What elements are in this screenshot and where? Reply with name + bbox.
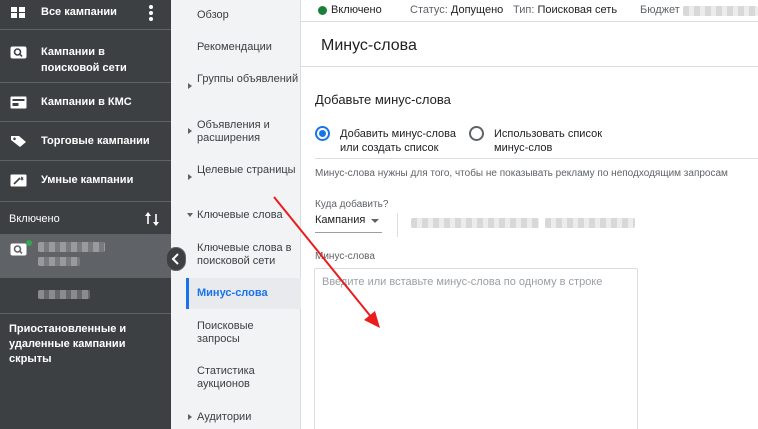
negative-keywords-label: Минус-слова [315, 251, 375, 262]
nav-item-recommendations[interactable]: Рекомендации [197, 41, 299, 54]
caret-right-icon [188, 414, 192, 420]
blurred-campaign-name [38, 242, 105, 252]
wand-icon [10, 174, 27, 187]
radio-add-keywords-label[interactable]: Добавить минус-слова или создать список [340, 127, 465, 155]
grid-icon [11, 7, 25, 18]
blurred-campaign-detail [38, 257, 80, 266]
status-label: Статус: [410, 4, 448, 16]
radio-use-list[interactable] [469, 126, 484, 141]
chevron-left-icon [171, 253, 179, 265]
sidebar-item-label: Все кампании [41, 6, 117, 18]
dropdown-arrow-icon[interactable] [371, 219, 379, 223]
sort-icon[interactable] [144, 210, 160, 228]
tag-icon [11, 136, 26, 147]
nav-item-audiences[interactable]: Аудитории [197, 411, 299, 424]
radio-add-keywords[interactable] [315, 126, 330, 141]
divider [0, 82, 171, 83]
page-title: Минус-слова [321, 37, 417, 54]
blurred-budget-value [683, 6, 758, 16]
nav-item-negative-keywords[interactable]: Минус-слова [186, 278, 301, 309]
status-dot [26, 240, 32, 246]
help-text: Минус-слова нужны для того, чтобы не пок… [315, 168, 728, 179]
radio-use-list-label[interactable]: Использовать список минус-слов [494, 127, 612, 155]
hidden-campaigns-note: Приостановленные и удаленные кампании ск… [9, 323, 127, 365]
target-label: Куда добавить? [315, 199, 389, 210]
budget-label: Бюджет [640, 4, 680, 16]
nav-item-ad-groups[interactable]: Группы объявлений [197, 73, 299, 86]
search-icon [10, 243, 27, 256]
sidebar-item-label: Умные кампании [41, 174, 134, 186]
status-field: Статус: Допущено [410, 4, 503, 16]
nav-item-ads-extensions[interactable]: Объявления и расширения [197, 119, 299, 145]
nav-item-label: Минус-слова [197, 287, 268, 299]
blurred-campaign-name[interactable] [38, 290, 90, 299]
page-nav: Обзор Рекомендации Группы объявлений Объ… [171, 0, 301, 429]
caret-right-icon [188, 83, 192, 89]
campaign-status-bar: Включено Статус: Допущено Тип: Поисковая… [301, 0, 758, 22]
divider [0, 313, 171, 314]
nav-item-keywords[interactable]: Ключевые слова [197, 209, 299, 222]
display-icon [10, 96, 27, 109]
status-value: Допущено [450, 4, 504, 16]
type-field: Тип: Поисковая сеть [513, 4, 617, 16]
sidebar-item-label: Кампании в поисковой сети [41, 46, 127, 74]
divider [397, 213, 398, 237]
campaign-state[interactable]: Включено [331, 4, 382, 16]
sidebar-item-shopping-campaigns[interactable]: Торговые кампании [0, 129, 171, 153]
caret-right-icon [188, 128, 192, 134]
target-select[interactable]: Кампания [315, 214, 365, 226]
sidebar-item-label: Торговые кампании [41, 135, 150, 147]
sidebar-item-label: Кампании в КМС [41, 96, 132, 108]
type-label: Тип: [513, 4, 535, 16]
sidebar-item-display-campaigns[interactable]: Кампании в КМС [0, 90, 171, 114]
divider [0, 201, 171, 202]
nav-item-search-keywords[interactable]: Ключевые слова в поисковой сети [197, 242, 299, 268]
divider [0, 160, 171, 161]
divider [315, 158, 758, 159]
enabled-section-label: Включено [9, 213, 60, 225]
type-value: Поисковая сеть [537, 4, 618, 16]
caret-down-icon [187, 213, 193, 217]
campaign-sidebar: Все кампании Кампании в поисковой сети К… [0, 0, 171, 429]
caret-right-icon [188, 174, 192, 180]
more-vert-icon[interactable] [149, 5, 153, 21]
sidebar-item-search-campaigns[interactable]: Кампании в поисковой сети [0, 36, 171, 76]
status-dot [318, 6, 327, 15]
select-underline [315, 232, 382, 233]
negative-keywords-input[interactable] [314, 268, 638, 429]
campaign-item-selected[interactable] [0, 234, 171, 278]
divider [0, 121, 171, 122]
sidebar-item-smart-campaigns[interactable]: Умные кампании [0, 168, 171, 192]
nav-item-landing-pages[interactable]: Целевые страницы [197, 164, 299, 177]
nav-item-search-terms[interactable]: Поисковые запросы [197, 320, 299, 346]
nav-item-auction-insights[interactable]: Статистика аукционов [197, 365, 299, 391]
blurred-campaign-name [545, 218, 635, 228]
collapse-sidebar-button[interactable] [166, 247, 186, 271]
divider [0, 29, 171, 30]
search-icon [10, 46, 27, 59]
section-title: Добавьте минус-слова [315, 92, 451, 107]
blurred-campaign-name [411, 218, 539, 228]
sidebar-item-all-campaigns[interactable]: Все кампании [0, 0, 171, 24]
divider [301, 66, 758, 67]
nav-item-overview[interactable]: Обзор [197, 9, 299, 22]
